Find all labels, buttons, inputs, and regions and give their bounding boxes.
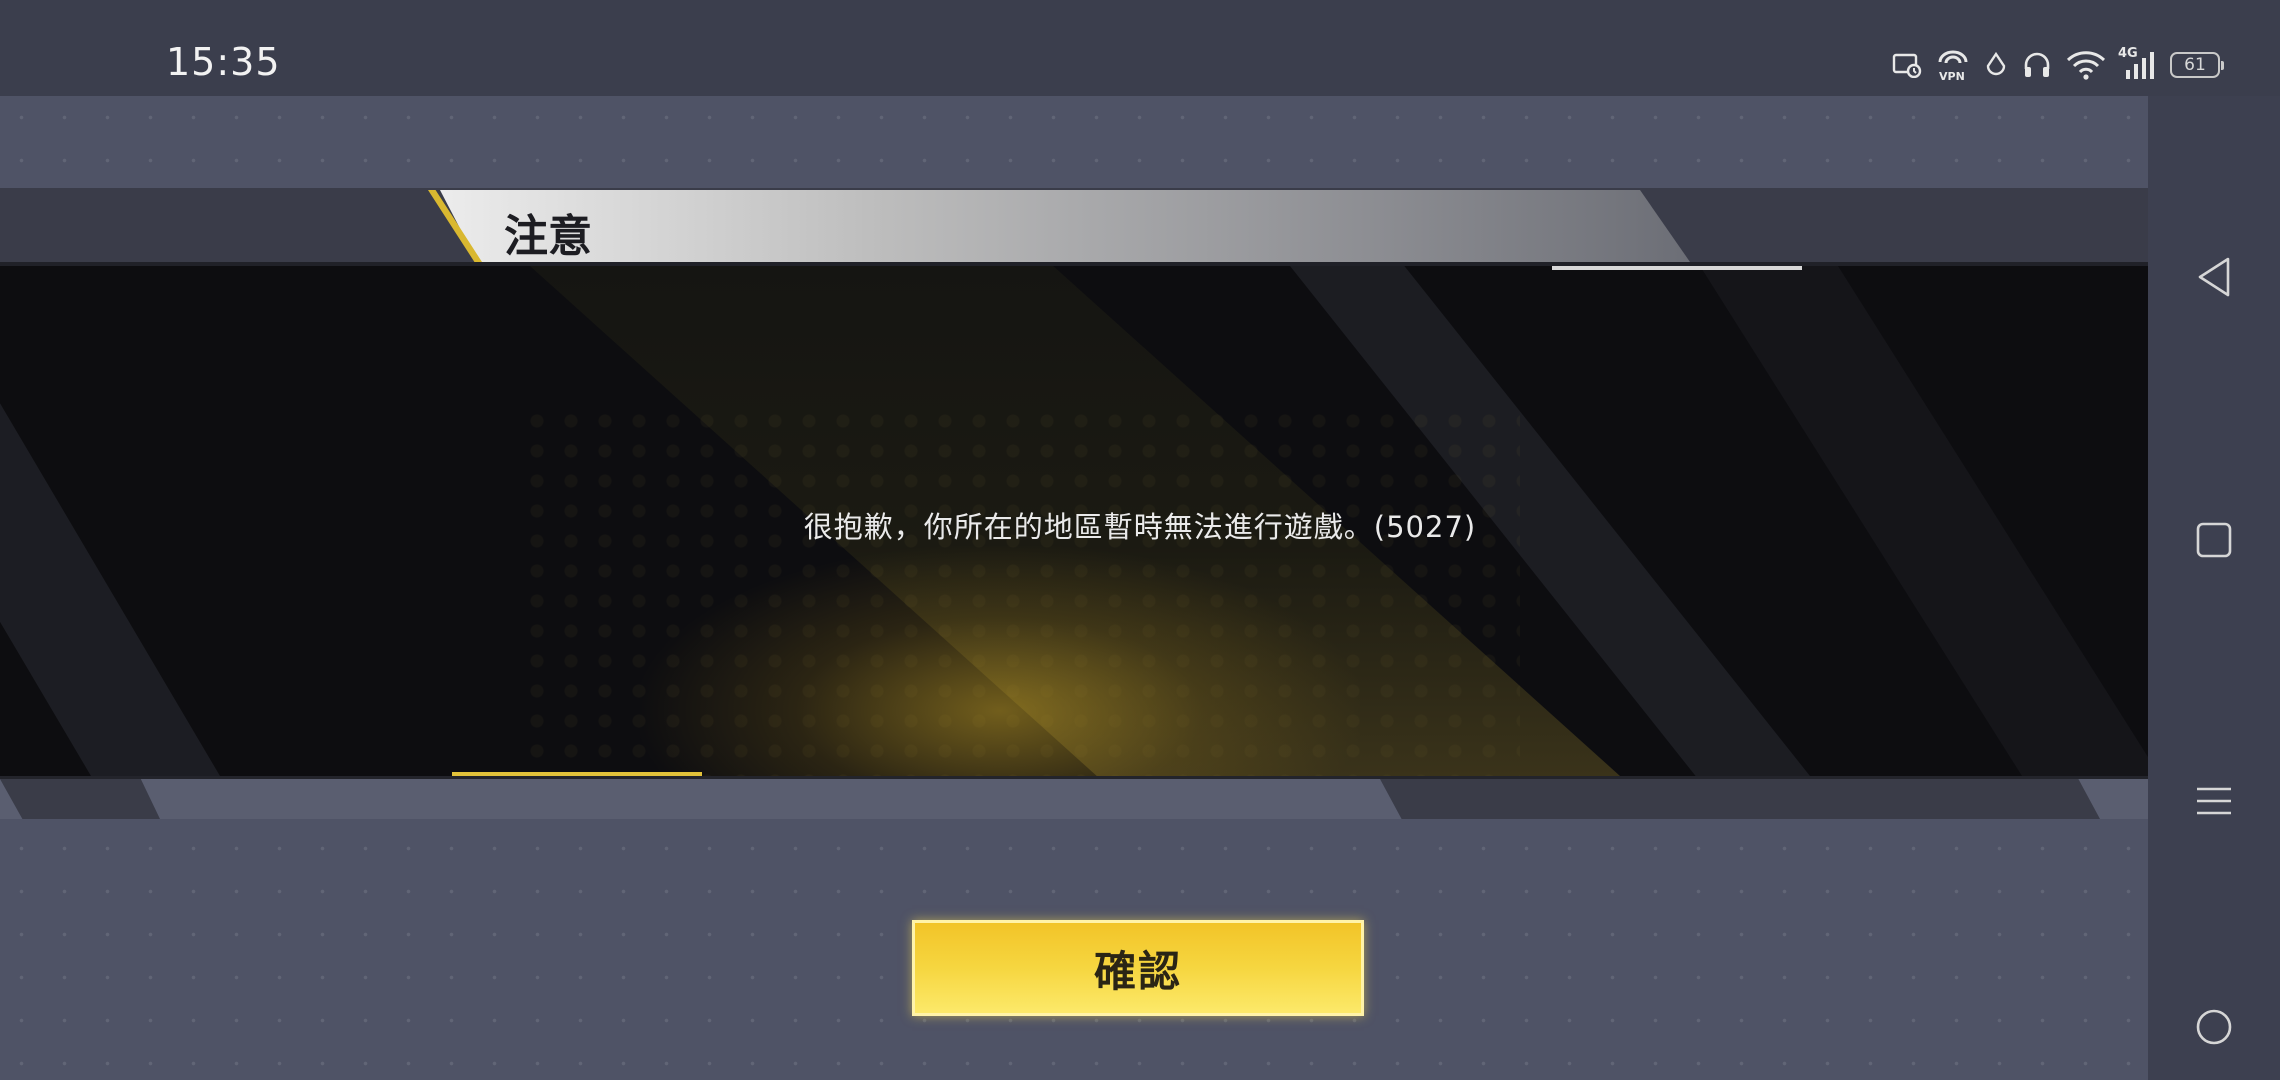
data-saver-icon <box>1984 51 2008 79</box>
battery-level: 61 <box>2184 55 2206 75</box>
gold-glow <box>640 546 1360 776</box>
lower-bevel-shape <box>1380 779 2100 819</box>
wifi-icon <box>2066 50 2106 80</box>
home-icon[interactable] <box>2191 1004 2237 1050</box>
menu-icon[interactable] <box>2191 778 2237 824</box>
status-bar: 15:35 VPN 4G 61 <box>0 0 2280 96</box>
recents-icon[interactable] <box>2191 517 2237 563</box>
lower-bevel-shape <box>0 779 160 819</box>
dialog-message: 很抱歉，你所在的地區暫時無法進行遊戲。(5027) <box>803 510 1477 544</box>
confirm-button-label: 確認 <box>1093 946 1182 996</box>
back-icon[interactable] <box>2191 254 2237 300</box>
vpn-icon: VPN <box>1936 49 1970 81</box>
network-type-label: 4G <box>2118 46 2138 61</box>
status-icons: VPN 4G 61 <box>1892 46 2224 82</box>
status-clock: 15:35 <box>166 40 281 84</box>
confirm-button[interactable]: 確認 <box>912 920 1364 1016</box>
panel-top-accent-line <box>1552 266 1802 270</box>
battery-icon: 61 <box>2170 52 2224 78</box>
dialog-title-tab <box>440 190 1690 262</box>
system-nav-bar <box>2148 96 2280 1080</box>
screen-record-icon <box>1892 52 1922 78</box>
svg-text:VPN: VPN <box>1939 70 1965 81</box>
headphones-icon <box>2022 51 2052 79</box>
dialog-title: 注意 <box>504 211 592 262</box>
cellular-4g-icon: 4G <box>2118 46 2156 80</box>
